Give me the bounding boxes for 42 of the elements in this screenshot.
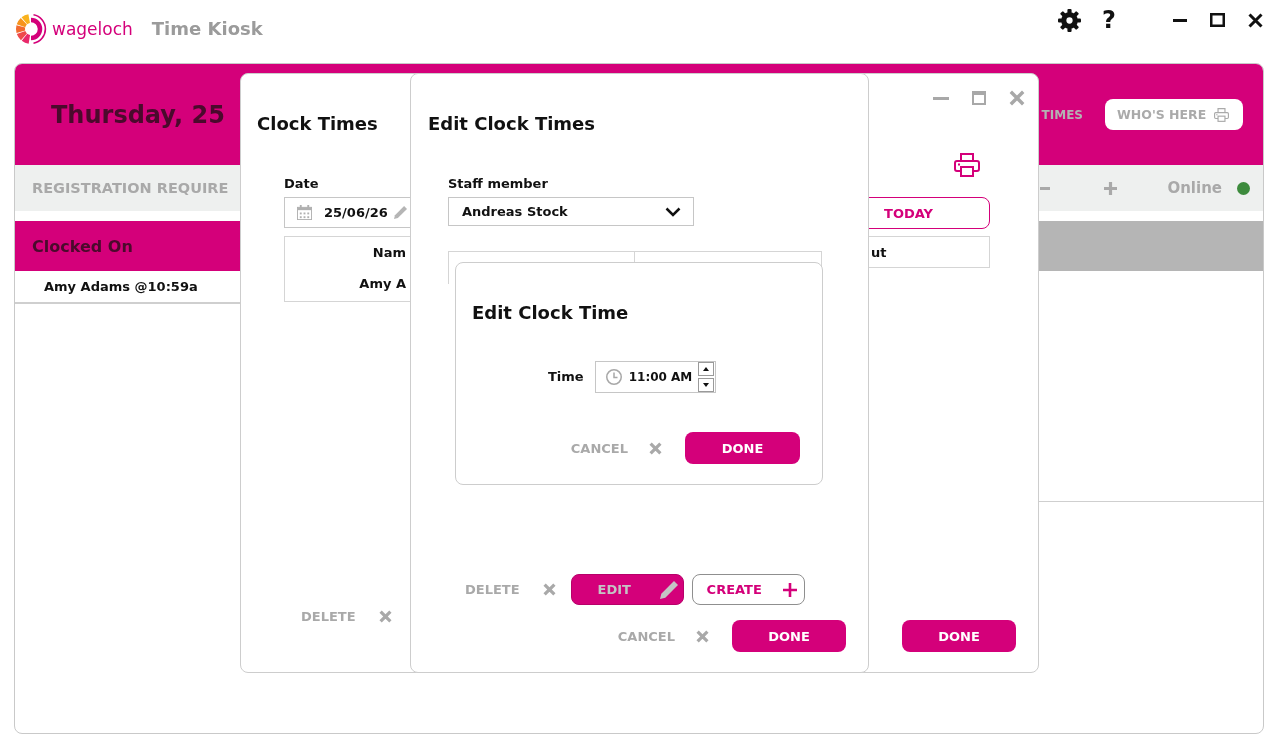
triangle-down-icon [702,383,709,387]
done-button[interactable]: DONE [902,620,1016,652]
done-button[interactable]: DONE [732,620,846,652]
field-label: Staff member [448,176,549,192]
cross-icon [542,583,556,596]
clock-icon [605,369,622,385]
cross-icon [649,441,662,455]
status-dot-icon [1237,181,1250,195]
registration-label: REGISTRATION REQUIRE [32,180,229,196]
cross-icon [378,609,392,623]
cross-icon [696,629,709,643]
logo-icon [15,13,47,45]
spin-up-button[interactable] [697,362,714,376]
printer-icon [1214,107,1229,122]
app-title: Time Kiosk [151,18,263,40]
dialog-title: Edit Clock Times [428,112,595,136]
help-button[interactable]: ? [1102,7,1116,33]
chevron-down-icon [665,206,681,217]
section-header: Clocked On [15,221,240,271]
plus-icon [782,582,797,597]
minimize-icon[interactable] [1173,18,1187,22]
pencil-icon [659,580,678,599]
date-field[interactable]: 25/06/26 [284,197,410,228]
close-icon[interactable] [1248,12,1263,28]
connection-status: Online [1167,179,1222,197]
triangle-up-icon [702,367,709,371]
done-button[interactable]: DONE [685,432,800,464]
maximize-icon[interactable] [1210,13,1225,27]
field-label: Date [284,176,320,192]
table-header-cell-text: Nam [371,244,407,262]
time-field[interactable]: 11:00 AM [594,361,716,393]
table-cell-text: Amy A [358,275,407,293]
logo-text: wageloch [52,19,133,39]
calendar-icon [297,205,312,220]
dialog-title: Edit Clock Time [472,301,629,325]
date-heading: Thursday, 25 [51,100,225,129]
spin-down-button[interactable] [697,378,714,392]
printer-icon[interactable] [954,153,980,177]
staff-dropdown[interactable]: Andreas Stock [448,197,694,226]
create-button[interactable]: CREATE [691,574,805,605]
field-label: Time [548,369,584,385]
dialog-title: Clock Times [257,112,378,136]
